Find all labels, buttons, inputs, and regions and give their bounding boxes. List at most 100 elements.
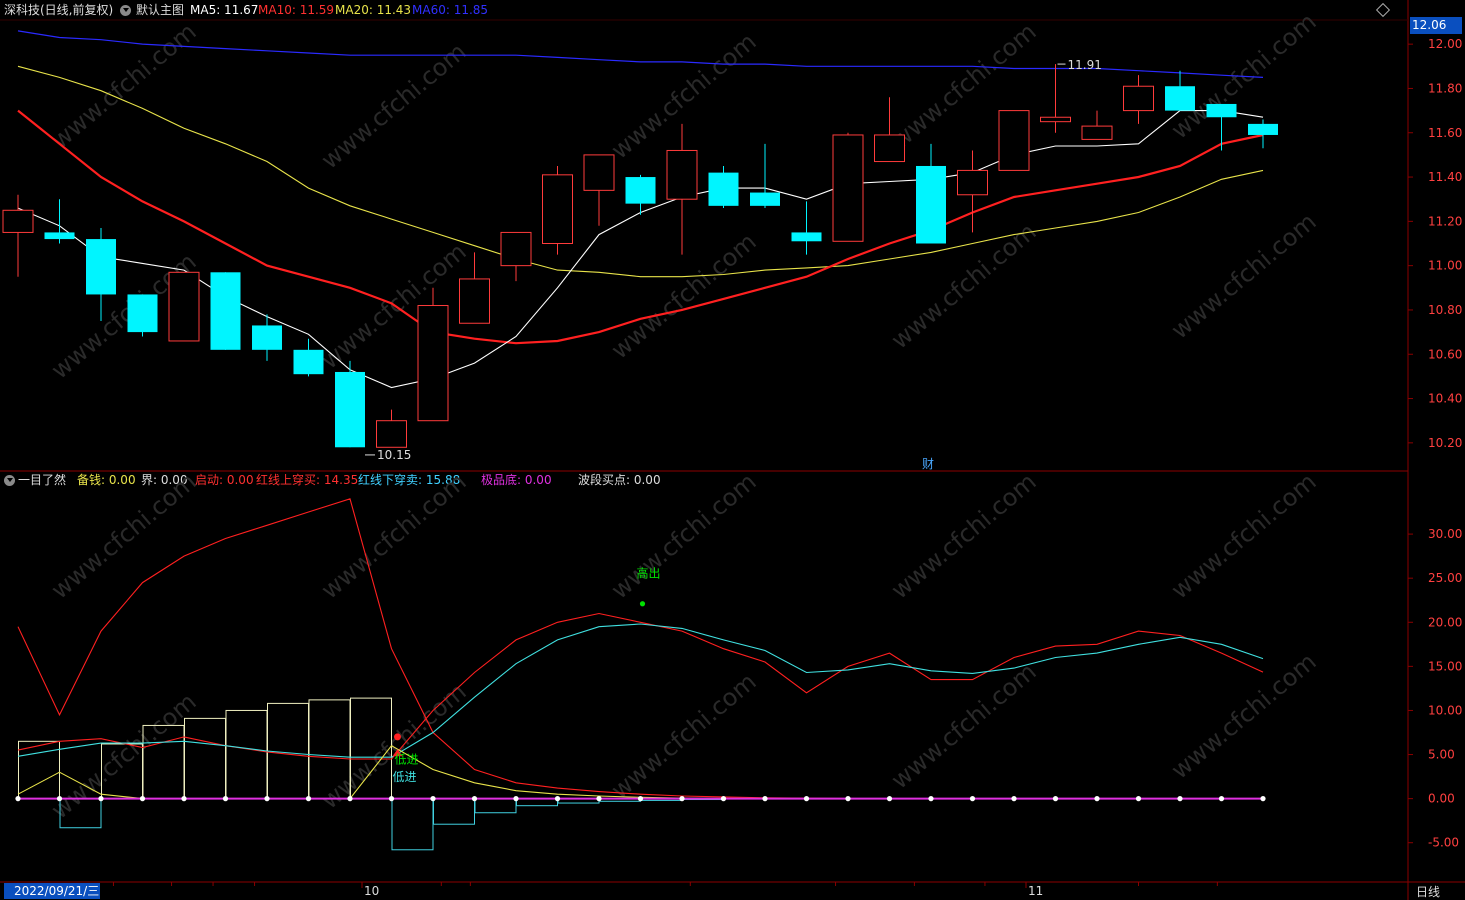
indicator-axis-label: 25.00 [1428,571,1462,585]
candle [168,271,200,342]
zero-dot [56,796,63,802]
candle-body [1165,86,1195,111]
zero-dot [969,796,976,802]
candle-body [750,192,780,206]
candle [957,150,988,233]
candle [1165,70,1195,111]
zero-dot [264,796,270,802]
candle [127,294,158,337]
ma20-line [17,65,1264,278]
candle-body [998,110,1030,171]
candle [335,360,365,448]
indicator-line-2 [17,612,1264,760]
candle-body [376,420,407,448]
indicator-bar [474,798,517,814]
candle-body [1123,85,1154,112]
candle [750,143,780,209]
high-label: 11.91 [1068,58,1102,72]
price-axis-label: 10.40 [1428,392,1462,406]
zero-dot [1011,796,1017,802]
period-tab[interactable]: 日线 [1416,884,1461,900]
candle-body [583,154,615,191]
candle [1206,103,1237,151]
zero-dot [347,796,353,802]
candle-body [957,169,988,196]
zero-dot [720,796,727,802]
watermark-text: www.cfchi.com [1166,467,1322,604]
candle-body [791,232,822,242]
candle [376,409,407,448]
crosshair-date: 2022/09/21/三 [4,883,100,899]
candle-body [86,239,116,295]
candle-body [500,231,532,267]
zero-dot [1135,796,1142,802]
zero-dot [1177,796,1183,802]
watermark-text: www.cfchi.com [46,687,202,824]
zero-dot [1218,796,1225,802]
candle-body [293,349,324,375]
candle-body [832,134,864,242]
candle-body [1040,116,1071,123]
indicator-bar [516,798,558,807]
indicator-bar [391,798,434,851]
candle [1040,64,1071,133]
zero-dot [1052,796,1059,802]
candle [293,338,324,377]
indicator-axis-label: 10.00 [1428,703,1462,717]
watermark-text: www.cfchi.com [606,27,762,164]
price-axis-label: 11.20 [1428,214,1462,228]
price-axis-label: 12.00 [1428,37,1462,51]
candle [666,123,698,255]
low-label: 10.15 [377,448,411,462]
candle-body [1206,103,1237,118]
candle-body [542,174,573,245]
indicator-axis-label: 15.00 [1428,659,1462,673]
price-axis-label: 11.00 [1428,259,1462,273]
zero-dot [513,796,519,802]
candle-body [874,134,905,163]
candle-body [459,278,490,324]
sell-signal-label: 高出 [636,565,660,580]
zero-dot [305,796,312,802]
zero-dot [762,796,768,802]
price-axis-label: 11.40 [1428,170,1462,184]
candle [708,165,739,209]
finance-marker: 财 [922,457,934,471]
stock-chart-canvas[interactable]: www.cfchi.com www.cfchi.com www.cfchi.com w… [0,0,1465,900]
month-label: 11 [1028,884,1043,898]
candle-body [708,172,739,206]
watermark-text: www.cfchi.com [1166,207,1322,344]
candle [417,287,449,422]
candle-body [168,271,200,342]
watermark-text: www.cfchi.com [606,467,762,604]
buy-signal-dot [394,733,401,741]
indicator-bar [225,709,268,800]
zero-dot [928,796,934,802]
indicator-bar [184,717,226,800]
candle [791,201,822,255]
zero-dot [596,796,602,802]
candle-body [210,272,241,350]
watermark-text: www.cfchi.com [1166,647,1322,784]
watermark-text: www.cfchi.com [46,467,202,604]
watermark-text: www.cfchi.com [886,657,1042,794]
candle [500,231,532,282]
candle [1123,75,1154,124]
price-axis-label: 10.60 [1428,347,1462,361]
candle [2,194,34,277]
candle-body [2,209,34,233]
zero-dot [15,796,21,802]
watermark-text: www.cfchi.com [886,467,1042,604]
price-axis-label: 11.80 [1428,81,1462,95]
candle [832,132,864,242]
indicator-line-3 [17,623,1264,758]
indicator-bar [433,798,475,825]
candle-body [252,325,282,350]
indicator-axis-label: -5.00 [1428,836,1459,850]
watermark-text: www.cfchi.com [316,467,472,604]
candle-body [335,371,365,448]
price-axis-label: 10.80 [1428,303,1462,317]
indicator-axis-label: 0.00 [1428,792,1455,806]
candle [916,143,946,244]
price-axis-label: 10.20 [1428,436,1462,450]
